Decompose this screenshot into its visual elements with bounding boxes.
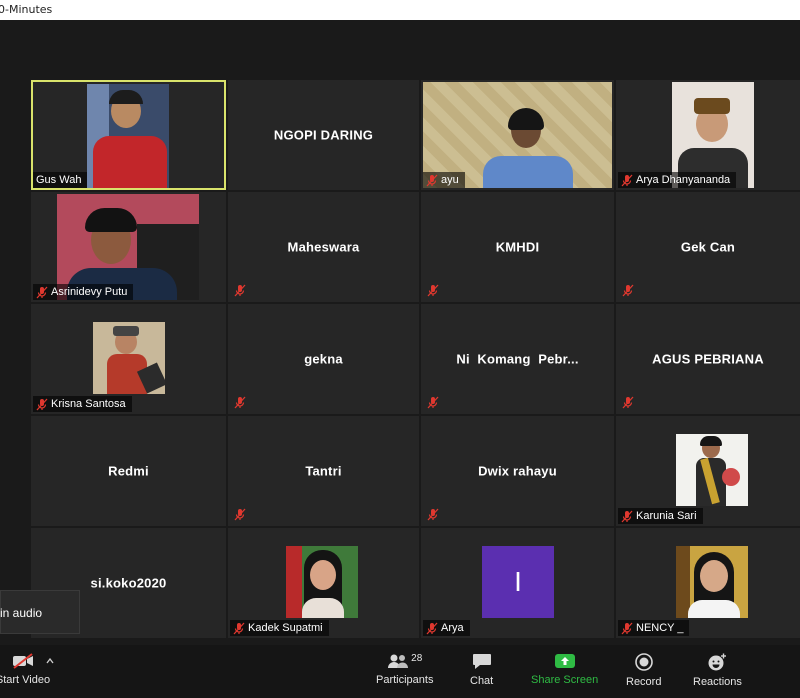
- reactions-label: Reactions: [693, 676, 742, 688]
- participant-tile-kadek-supatmi[interactable]: Kadek Supatmi: [228, 528, 419, 638]
- participant-display-name: Maheswara: [287, 239, 360, 255]
- participant-name: Arya Dhanyananda: [636, 174, 731, 186]
- muted-mic-icon: [426, 622, 438, 635]
- participant-tile-ni-komang-pebr[interactable]: Ni Komang Pebr...: [421, 304, 614, 414]
- participant-name-label: Arya Dhanyananda: [618, 172, 737, 188]
- muted-mic-icon: [621, 174, 633, 187]
- participant-tile-redmi[interactable]: Redmi: [31, 416, 226, 526]
- participant-name: ayu: [441, 174, 459, 186]
- participant-tile-ngopi-daring[interactable]: NGOPI DARING: [228, 80, 419, 190]
- start-video-button[interactable]: Start Video: [0, 653, 54, 686]
- participant-name: Asrinidevy Putu: [51, 286, 128, 298]
- muted-mic-icon: [234, 284, 246, 297]
- share-screen-icon: [554, 654, 575, 668]
- participant-tile-arya[interactable]: I Arya: [421, 528, 614, 638]
- chat-button[interactable]: Chat: [470, 653, 493, 687]
- record-button[interactable]: Record: [626, 653, 661, 688]
- participant-avatar: I: [482, 546, 554, 618]
- participant-name: Karunia Sari: [636, 510, 697, 522]
- participant-tile-asrinidevy-putu[interactable]: Asrinidevy Putu: [31, 192, 226, 302]
- reactions-icon: [708, 653, 727, 671]
- muted-mic-icon: [426, 174, 438, 187]
- participant-tile-arya-dhanyananda[interactable]: Arya Dhanyananda: [616, 80, 800, 190]
- participant-name: Kadek Supatmi: [248, 622, 323, 634]
- participants-count: 28: [411, 653, 423, 664]
- join-audio-text: in audio: [0, 606, 43, 620]
- participant-name-label: Karunia Sari: [618, 508, 703, 524]
- participant-display-name: Redmi: [108, 463, 149, 479]
- muted-mic-icon: [621, 622, 633, 635]
- participant-tile-karunia-sari[interactable]: Karunia Sari: [616, 416, 800, 526]
- participant-display-name: Tantri: [305, 463, 342, 479]
- window-title: 0-Minutes: [0, 3, 53, 16]
- join-audio-popup[interactable]: in audio: [0, 590, 80, 634]
- participant-tile-gus-wah[interactable]: Gus Wah: [31, 80, 226, 190]
- participant-name-label: ayu: [423, 172, 465, 188]
- meeting-toolbar: Start Video 28 Participants Chat Share S…: [0, 645, 800, 698]
- chat-label: Chat: [470, 675, 494, 687]
- muted-mic-icon: [427, 508, 439, 521]
- participant-name-label: NENCY _: [618, 620, 690, 636]
- participant-tile-gek-can[interactable]: Gek Can: [616, 192, 800, 302]
- participant-name-label: Krisna Santosa: [33, 396, 132, 412]
- muted-mic-icon: [36, 398, 48, 411]
- participant-display-name: Ni Komang Pebr...: [456, 351, 579, 367]
- participant-tile-gekna[interactable]: gekna: [228, 304, 419, 414]
- participant-tile-maheswara[interactable]: Maheswara: [228, 192, 419, 302]
- participant-name: Gus Wah: [36, 174, 82, 186]
- participant-name-label: Gus Wah: [33, 172, 88, 188]
- participant-video: [87, 84, 169, 188]
- muted-mic-icon: [427, 284, 439, 297]
- muted-mic-icon: [234, 508, 246, 521]
- chat-icon: [472, 654, 491, 669]
- participant-display-name: KMHDI: [495, 239, 540, 255]
- muted-mic-icon: [622, 284, 634, 297]
- participant-display-name: Dwix rahayu: [478, 463, 557, 479]
- participant-display-name: si.koko2020: [90, 575, 167, 591]
- participant-name: NENCY _: [636, 622, 684, 634]
- chevron-up-icon[interactable]: [46, 658, 54, 664]
- muted-mic-icon: [621, 510, 633, 523]
- participant-display-name: NGOPI DARING: [273, 127, 374, 143]
- reactions-button[interactable]: Reactions: [693, 653, 742, 688]
- window-titlebar: 0-Minutes: [0, 0, 800, 20]
- participant-name-label: Arya: [423, 620, 470, 636]
- record-icon: [634, 653, 653, 671]
- share-screen-label: Share Screen: [531, 674, 599, 686]
- participant-name: Krisna Santosa: [51, 398, 126, 410]
- participants-button[interactable]: 28 Participants: [376, 653, 433, 686]
- participant-tile-kmhdi[interactable]: KMHDI: [421, 192, 614, 302]
- share-screen-button[interactable]: Share Screen: [531, 653, 598, 686]
- participant-tile-nency[interactable]: NENCY _: [616, 528, 800, 638]
- participant-video: [93, 322, 165, 394]
- muted-mic-icon: [36, 286, 48, 299]
- video-off-icon: [13, 653, 33, 669]
- participant-tile-agus-pebriana[interactable]: AGUS PEBRIANA: [616, 304, 800, 414]
- participant-display-name: Gek Can: [680, 239, 736, 255]
- gallery-view: Gus Wah NGOPI DARING ayu Arya Dhanyanand…: [0, 20, 800, 645]
- participant-display-name: AGUS PEBRIANA: [652, 351, 764, 367]
- participant-display-name: gekna: [304, 351, 343, 367]
- start-video-label: Start Video: [0, 674, 51, 686]
- muted-mic-icon: [233, 622, 245, 635]
- participant-video: [286, 546, 358, 618]
- participant-video: [676, 434, 748, 506]
- participant-video: [676, 546, 748, 618]
- participant-tile-ayu[interactable]: ayu: [421, 80, 614, 190]
- avatar-initial: I: [514, 566, 522, 597]
- muted-mic-icon: [622, 396, 634, 409]
- record-label: Record: [626, 676, 662, 688]
- participant-tile-krisna-santosa[interactable]: Krisna Santosa: [31, 304, 226, 414]
- muted-mic-icon: [427, 396, 439, 409]
- participant-name-label: Asrinidevy Putu: [33, 284, 134, 300]
- participant-name: Arya: [441, 622, 464, 634]
- participant-tile-dwix-rahayu[interactable]: Dwix rahayu: [421, 416, 614, 526]
- participant-name-label: Kadek Supatmi: [230, 620, 329, 636]
- muted-mic-icon: [234, 396, 246, 409]
- participants-label: Participants: [376, 674, 434, 686]
- participants-icon: [388, 654, 409, 668]
- participant-tile-tantri[interactable]: Tantri: [228, 416, 419, 526]
